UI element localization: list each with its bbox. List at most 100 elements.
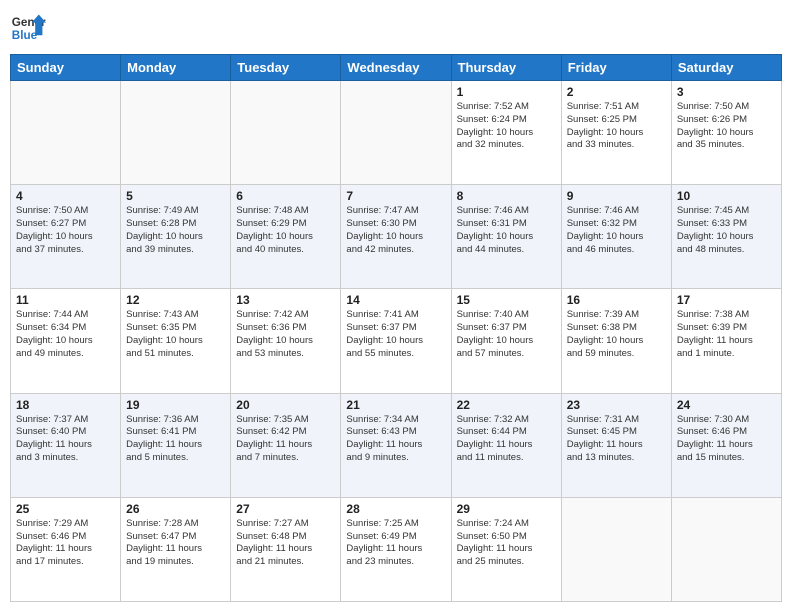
col-header-wednesday: Wednesday	[341, 55, 451, 81]
calendar-cell: 21 Sunrise: 7:34 AM Sunset: 6:43 PM Dayli…	[341, 393, 451, 497]
day-number: 2	[567, 85, 666, 99]
day-number: 16	[567, 293, 666, 307]
calendar-cell: 14 Sunrise: 7:41 AM Sunset: 6:37 PM Dayli…	[341, 289, 451, 393]
day-info: Sunrise: 7:25 AM Sunset: 6:49 PM Dayligh…	[346, 518, 445, 569]
calendar-week-3: 18Sunrise: 7:37 AM Sunset: 6:40 PM Dayli…	[11, 393, 782, 497]
day-number: 10	[677, 189, 776, 203]
day-info: Sunrise: 7:50 AM Sunset: 6:26 PM Dayligh…	[677, 101, 776, 152]
day-number: 6	[236, 189, 335, 203]
calendar-cell	[231, 81, 341, 185]
calendar-week-1: 4 Sunrise: 7:50 AM Sunset: 6:27 PM Daylig…	[11, 185, 782, 289]
logo: General Blue	[10, 10, 46, 46]
calendar-cell: 22Sunrise: 7:32 AM Sunset: 6:44 PM Dayli…	[451, 393, 561, 497]
day-number: 19	[126, 398, 225, 412]
day-number: 7	[346, 189, 445, 203]
calendar-cell: 12 Sunrise: 7:43 AM Sunset: 6:35 PM Dayli…	[121, 289, 231, 393]
page: General Blue SundayMondayTuesdayWednesda…	[0, 0, 792, 612]
col-header-sunday: Sunday	[11, 55, 121, 81]
calendar-cell: 23 Sunrise: 7:31 AM Sunset: 6:45 PM Dayli…	[561, 393, 671, 497]
day-number: 24	[677, 398, 776, 412]
day-number: 29	[457, 502, 556, 516]
calendar-cell: 16 Sunrise: 7:39 AM Sunset: 6:38 PM Dayli…	[561, 289, 671, 393]
day-info: Sunrise: 7:34 AM Sunset: 6:43 PM Dayligh…	[346, 414, 445, 465]
day-number: 25	[16, 502, 115, 516]
day-info: Sunrise: 7:29 AM Sunset: 6:46 PM Dayligh…	[16, 518, 115, 569]
day-info: Sunrise: 7:32 AM Sunset: 6:44 PM Dayligh…	[457, 414, 556, 465]
day-info: Sunrise: 7:31 AM Sunset: 6:45 PM Dayligh…	[567, 414, 666, 465]
calendar-cell: 15 Sunrise: 7:40 AM Sunset: 6:37 PM Dayli…	[451, 289, 561, 393]
col-header-saturday: Saturday	[671, 55, 781, 81]
calendar-cell: 27Sunrise: 7:27 AM Sunset: 6:48 PM Dayli…	[231, 497, 341, 601]
calendar-cell	[671, 497, 781, 601]
day-info: Sunrise: 7:48 AM Sunset: 6:29 PM Dayligh…	[236, 205, 335, 256]
calendar-cell: 4 Sunrise: 7:50 AM Sunset: 6:27 PM Daylig…	[11, 185, 121, 289]
day-number: 8	[457, 189, 556, 203]
day-info: Sunrise: 7:47 AM Sunset: 6:30 PM Dayligh…	[346, 205, 445, 256]
calendar-week-4: 25 Sunrise: 7:29 AM Sunset: 6:46 PM Dayli…	[11, 497, 782, 601]
day-info: Sunrise: 7:38 AM Sunset: 6:39 PM Dayligh…	[677, 309, 776, 360]
day-number: 3	[677, 85, 776, 99]
day-info: Sunrise: 7:52 AM Sunset: 6:24 PM Dayligh…	[457, 101, 556, 152]
calendar-cell: 11 Sunrise: 7:44 AM Sunset: 6:34 PM Dayli…	[11, 289, 121, 393]
day-info: Sunrise: 7:24 AM Sunset: 6:50 PM Dayligh…	[457, 518, 556, 569]
day-number: 20	[236, 398, 335, 412]
calendar-cell: 20Sunrise: 7:35 AM Sunset: 6:42 PM Dayli…	[231, 393, 341, 497]
calendar-cell	[341, 81, 451, 185]
day-info: Sunrise: 7:30 AM Sunset: 6:46 PM Dayligh…	[677, 414, 776, 465]
day-info: Sunrise: 7:51 AM Sunset: 6:25 PM Dayligh…	[567, 101, 666, 152]
day-number: 9	[567, 189, 666, 203]
calendar-cell: 17 Sunrise: 7:38 AM Sunset: 6:39 PM Dayli…	[671, 289, 781, 393]
svg-text:Blue: Blue	[12, 29, 38, 42]
day-number: 26	[126, 502, 225, 516]
day-info: Sunrise: 7:36 AM Sunset: 6:41 PM Dayligh…	[126, 414, 225, 465]
day-number: 27	[236, 502, 335, 516]
day-info: Sunrise: 7:46 AM Sunset: 6:32 PM Dayligh…	[567, 205, 666, 256]
day-number: 28	[346, 502, 445, 516]
day-number: 23	[567, 398, 666, 412]
day-number: 12	[126, 293, 225, 307]
col-header-tuesday: Tuesday	[231, 55, 341, 81]
day-info: Sunrise: 7:40 AM Sunset: 6:37 PM Dayligh…	[457, 309, 556, 360]
day-info: Sunrise: 7:41 AM Sunset: 6:37 PM Dayligh…	[346, 309, 445, 360]
calendar-cell: 5 Sunrise: 7:49 AM Sunset: 6:28 PM Daylig…	[121, 185, 231, 289]
calendar-cell: 3 Sunrise: 7:50 AM Sunset: 6:26 PM Daylig…	[671, 81, 781, 185]
calendar-cell: 7 Sunrise: 7:47 AM Sunset: 6:30 PM Daylig…	[341, 185, 451, 289]
day-info: Sunrise: 7:45 AM Sunset: 6:33 PM Dayligh…	[677, 205, 776, 256]
day-number: 17	[677, 293, 776, 307]
calendar-cell: 9 Sunrise: 7:46 AM Sunset: 6:32 PM Daylig…	[561, 185, 671, 289]
calendar-table: SundayMondayTuesdayWednesdayThursdayFrid…	[10, 54, 782, 602]
calendar-cell: 24 Sunrise: 7:30 AM Sunset: 6:46 PM Dayli…	[671, 393, 781, 497]
calendar-cell: 29 Sunrise: 7:24 AM Sunset: 6:50 PM Dayli…	[451, 497, 561, 601]
calendar-cell: 1 Sunrise: 7:52 AM Sunset: 6:24 PM Daylig…	[451, 81, 561, 185]
calendar-cell: 10 Sunrise: 7:45 AM Sunset: 6:33 PM Dayli…	[671, 185, 781, 289]
day-info: Sunrise: 7:49 AM Sunset: 6:28 PM Dayligh…	[126, 205, 225, 256]
day-number: 1	[457, 85, 556, 99]
calendar-cell: 19 Sunrise: 7:36 AM Sunset: 6:41 PM Dayli…	[121, 393, 231, 497]
day-number: 21	[346, 398, 445, 412]
day-info: Sunrise: 7:50 AM Sunset: 6:27 PM Dayligh…	[16, 205, 115, 256]
day-number: 5	[126, 189, 225, 203]
calendar-cell	[561, 497, 671, 601]
day-number: 14	[346, 293, 445, 307]
col-header-friday: Friday	[561, 55, 671, 81]
logo-icon: General Blue	[10, 10, 46, 46]
col-header-monday: Monday	[121, 55, 231, 81]
calendar-cell: 8 Sunrise: 7:46 AM Sunset: 6:31 PM Daylig…	[451, 185, 561, 289]
calendar-cell: 25 Sunrise: 7:29 AM Sunset: 6:46 PM Dayli…	[11, 497, 121, 601]
calendar-cell: 18Sunrise: 7:37 AM Sunset: 6:40 PM Dayli…	[11, 393, 121, 497]
calendar-cell: 6 Sunrise: 7:48 AM Sunset: 6:29 PM Daylig…	[231, 185, 341, 289]
day-number: 15	[457, 293, 556, 307]
day-number: 13	[236, 293, 335, 307]
calendar-cell: 2 Sunrise: 7:51 AM Sunset: 6:25 PM Daylig…	[561, 81, 671, 185]
calendar-week-2: 11 Sunrise: 7:44 AM Sunset: 6:34 PM Dayli…	[11, 289, 782, 393]
day-info: Sunrise: 7:28 AM Sunset: 6:47 PM Dayligh…	[126, 518, 225, 569]
day-number: 11	[16, 293, 115, 307]
day-info: Sunrise: 7:42 AM Sunset: 6:36 PM Dayligh…	[236, 309, 335, 360]
day-info: Sunrise: 7:43 AM Sunset: 6:35 PM Dayligh…	[126, 309, 225, 360]
calendar-cell	[121, 81, 231, 185]
day-info: Sunrise: 7:46 AM Sunset: 6:31 PM Dayligh…	[457, 205, 556, 256]
calendar-cell	[11, 81, 121, 185]
day-info: Sunrise: 7:39 AM Sunset: 6:38 PM Dayligh…	[567, 309, 666, 360]
day-number: 4	[16, 189, 115, 203]
day-info: Sunrise: 7:44 AM Sunset: 6:34 PM Dayligh…	[16, 309, 115, 360]
